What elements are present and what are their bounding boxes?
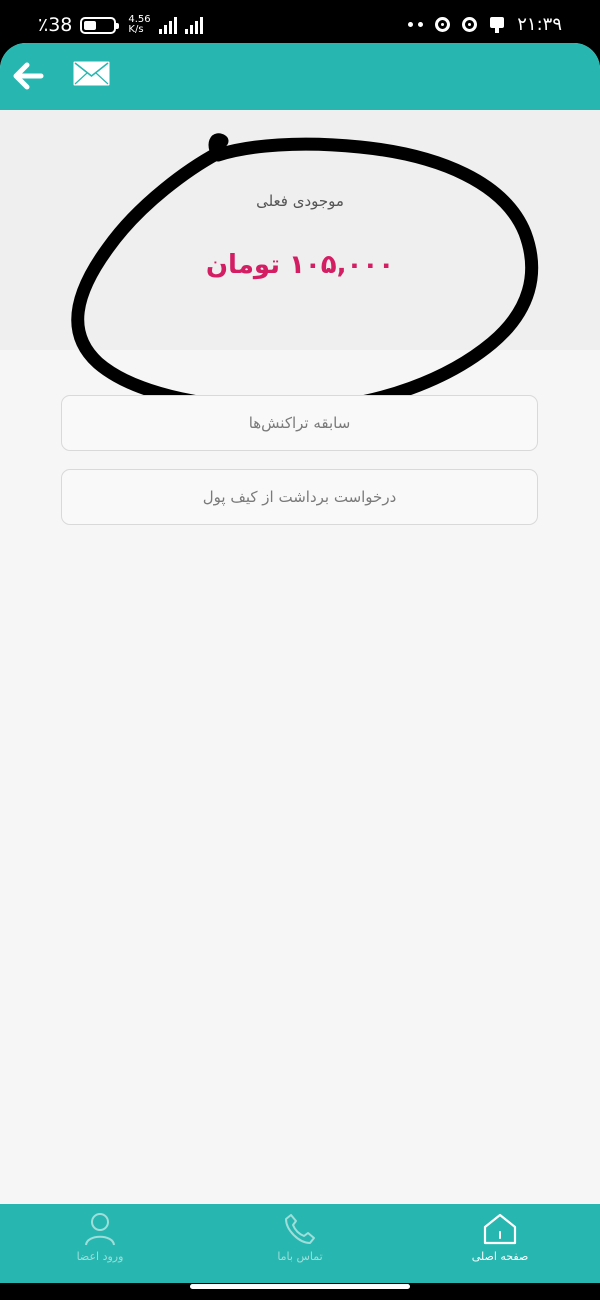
nav-home-label: صفحه اصلی — [471, 1250, 529, 1263]
top-app-bar — [0, 43, 600, 110]
phone-icon — [285, 1214, 315, 1244]
nav-contact-label: تماس باما — [277, 1250, 323, 1263]
chrome-icon — [435, 17, 451, 32]
network-speed: 4.56 K/s — [128, 14, 151, 35]
signal-icon-2 — [184, 16, 203, 34]
app-screen: موجودی فعلی ۱۰۵,۰۰۰ تومان سابقه تراکنش‌ه… — [0, 43, 600, 1283]
nav-login-label: ورود اعضا — [76, 1250, 124, 1263]
status-bar: ٪38 4.56 K/s ۲۱:۳۹ — [0, 0, 600, 48]
balance-panel: موجودی فعلی ۱۰۵,۰۰۰ تومان — [0, 110, 600, 350]
home-icon — [483, 1213, 517, 1245]
more-notifications-icon — [408, 22, 424, 27]
sim-icon — [490, 16, 505, 33]
back-button[interactable] — [12, 61, 44, 91]
messages-button[interactable] — [73, 61, 110, 86]
balance-amount: ۱۰۵,۰۰۰ تومان — [205, 250, 395, 280]
withdraw-request-button[interactable]: درخواست برداشت از کیف پول — [61, 469, 538, 525]
nav-contact[interactable]: تماس باما — [200, 1204, 400, 1283]
transaction-history-button[interactable]: سابقه تراکنش‌ها — [61, 395, 538, 451]
clock: ۲۱:۳۹ — [517, 14, 562, 35]
nav-home[interactable]: صفحه اصلی — [400, 1204, 600, 1283]
chrome-icon-2 — [462, 17, 478, 32]
envelope-icon — [73, 61, 110, 86]
signal-icon — [158, 16, 177, 34]
balance-label: موجودی فعلی — [256, 192, 344, 210]
home-indicator[interactable] — [190, 1284, 410, 1289]
arrow-left-icon — [13, 62, 44, 90]
user-icon — [85, 1213, 115, 1246]
battery-icon — [80, 16, 120, 34]
nav-login[interactable]: ورود اعضا — [0, 1204, 200, 1283]
bottom-navigation: ورود اعضا تماس باما صفحه اصلی — [0, 1204, 600, 1283]
status-left: ٪38 4.56 K/s — [38, 14, 203, 36]
battery-percent: ٪38 — [38, 14, 73, 36]
status-right: ۲۱:۳۹ — [408, 14, 562, 35]
